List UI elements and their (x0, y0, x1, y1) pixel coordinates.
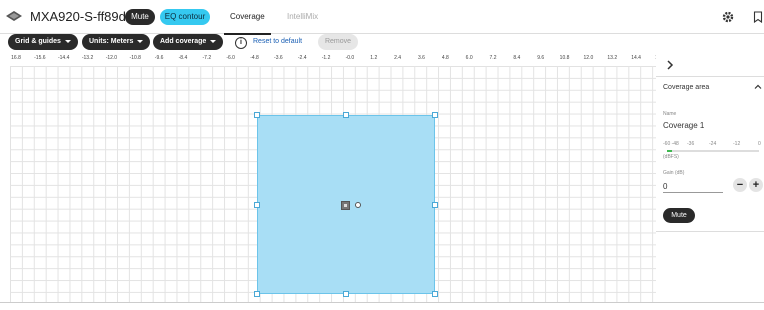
ruler-tick-label: -4.8 (250, 55, 259, 61)
divider (656, 231, 764, 232)
resize-handle-top-right[interactable] (432, 112, 438, 118)
ruler-tick-label: -3.6 (274, 55, 283, 61)
bookmark-icon[interactable] (752, 11, 764, 23)
resize-handle-right[interactable] (432, 202, 438, 208)
resize-handle-left[interactable] (254, 202, 260, 208)
meter-scale-label: 0 (758, 141, 761, 147)
chevron-down-icon (210, 39, 217, 43)
meter-scale-label: -60 -48 (663, 141, 679, 147)
ruler-tick-label: -0.0 (345, 55, 355, 61)
ruler-tick-label: -13.2 (81, 55, 94, 61)
resize-handle-top[interactable] (343, 112, 349, 118)
coverage-mute-button[interactable]: Mute (663, 208, 695, 223)
ruler-tick-label: 8.4 (513, 55, 521, 61)
meter-scale-label: -36 (687, 141, 695, 147)
gain-decrease-button[interactable]: − (733, 178, 747, 192)
ruler-tick-label: 2.4 (394, 55, 402, 61)
shure-logo-icon (6, 11, 22, 21)
ruler-tick-label: 10.8 (559, 55, 570, 61)
ruler-tick-label: 13.2 (607, 55, 618, 61)
ruler-tick-label: -2.4 (297, 55, 307, 61)
ruler-tick-label: -7.2 (202, 55, 212, 61)
tab-coverage[interactable]: Coverage (224, 0, 271, 35)
ruler-tick-label: 7.2 (489, 55, 497, 61)
remove-button[interactable]: Remove (318, 34, 358, 50)
resize-handle-bottom[interactable] (343, 291, 349, 297)
gain-input[interactable] (663, 180, 723, 193)
resize-handle-bottom-left[interactable] (254, 291, 260, 297)
ruler-tick-label: 3.6 (417, 55, 425, 61)
toolbar: Grid & guides Units: Meters Add coverage (0, 34, 764, 52)
grid-guides-label: Grid & guides (15, 38, 61, 45)
ruler-tick-label: -9.6 (154, 55, 164, 61)
meter-scale-label: -24 (709, 141, 717, 147)
ruler-tick-label: 6.0 (465, 55, 473, 61)
top-bar: MXA920-S-ff89d9 Mute EQ contour Coverage… (0, 0, 764, 35)
ruler-tick-label: -12.0 (105, 55, 118, 61)
chevron-up-icon[interactable] (754, 83, 762, 91)
rotate-handle-icon[interactable] (355, 202, 361, 208)
gear-icon[interactable] (722, 11, 734, 23)
name-label: Name (663, 111, 677, 117)
coverage-name-field[interactable]: Coverage 1 (663, 121, 704, 130)
resize-handle-bottom-right[interactable] (432, 291, 438, 297)
ruler-tick-label: 4.8 (441, 55, 449, 61)
ruler-tick-label: 9.6 (537, 55, 545, 61)
info-icon[interactable]: i (235, 37, 247, 49)
divider (656, 76, 764, 77)
ruler-tick-label: 1.2 (370, 55, 378, 61)
eq-contour-button[interactable]: EQ contour (160, 9, 210, 25)
ruler-tick-label: -8.4 (178, 55, 188, 61)
add-coverage-button[interactable]: Add coverage (153, 34, 224, 50)
ruler-tick-label: -6.0 (226, 55, 235, 61)
device-name: MXA920-S-ff89d9 (30, 9, 134, 24)
ruler-tick-label: -10.8 (129, 55, 141, 61)
gain-label: Gain (dB) (663, 170, 685, 176)
panel-title: Coverage area (663, 84, 710, 91)
divider (0, 302, 764, 303)
gain-increase-button[interactable]: + (749, 178, 763, 192)
ruler-tick-label: 12.0 (583, 55, 594, 61)
ruler-tick-label: -15.6 (34, 55, 46, 61)
level-meter-fill (667, 150, 672, 152)
meter-scale-label: -12 (733, 141, 741, 147)
ruler-tick-label: 14.4 (631, 55, 641, 61)
grid-guides-button[interactable]: Grid & guides (8, 34, 78, 50)
chevron-down-icon (64, 39, 71, 43)
ruler-tick-label: -14.4 (57, 55, 70, 61)
units-label: Units: Meters (89, 38, 134, 45)
chevron-right-icon[interactable] (665, 59, 675, 71)
units-button[interactable]: Units: Meters (82, 34, 151, 50)
device-mute-button[interactable]: Mute (125, 9, 155, 25)
tab-intellimix[interactable]: IntelliMix (281, 0, 324, 34)
resize-handle-top-left[interactable] (254, 112, 260, 118)
ruler-tick-label: 16.8 (11, 55, 21, 61)
meter-unit: (dBFS) (663, 154, 679, 160)
add-coverage-label: Add coverage (160, 38, 207, 45)
chevron-down-icon (137, 39, 144, 43)
meter-scale: -60 -48 -36 -24 -12 0 (663, 141, 763, 149)
microphone-icon[interactable] (341, 201, 350, 210)
level-meter (667, 150, 759, 152)
reset-to-default-link[interactable]: Reset to default (253, 38, 302, 45)
ruler-tick-label: -1.2 (321, 55, 331, 61)
